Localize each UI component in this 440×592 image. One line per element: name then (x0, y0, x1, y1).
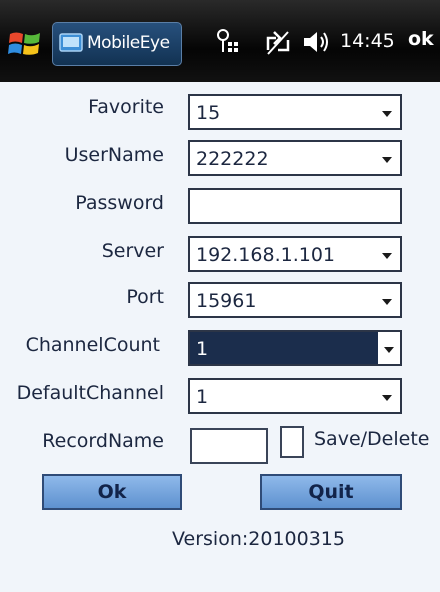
password-label: Password (75, 192, 164, 214)
server-dropdown[interactable]: 192.168.1.101 (188, 236, 402, 272)
app-icon (59, 33, 83, 52)
record-name-input[interactable] (190, 428, 268, 464)
chevron-down-icon (382, 111, 392, 117)
default-channel-dropdown[interactable]: 1 (188, 378, 402, 414)
network-icon[interactable] (214, 28, 242, 56)
channel-count-dropdown[interactable]: 1 (188, 330, 402, 366)
ok-taskbar-button[interactable]: ok (408, 28, 434, 50)
chevron-down-icon (382, 395, 392, 401)
connectivity-icon[interactable] (264, 28, 292, 56)
favorite-dropdown[interactable]: 15 (188, 94, 402, 130)
port-label: Port (126, 286, 164, 308)
volume-icon[interactable] (302, 28, 330, 56)
windows-start-icon[interactable] (7, 26, 43, 62)
channel-count-label: ChannelCount (25, 334, 160, 356)
chevron-down-icon (382, 157, 392, 163)
dropdown-button[interactable] (378, 332, 400, 364)
save-delete-label: Save/Delete (314, 428, 430, 450)
chevron-down-icon (384, 347, 394, 353)
port-dropdown[interactable]: 15961 (188, 282, 402, 318)
server-label: Server (101, 240, 164, 262)
username-label: UserName (64, 144, 164, 166)
taskbar: MobileEye 14:45 ok (0, 0, 440, 82)
favorite-label: Favorite (88, 96, 164, 118)
quit-button[interactable]: Quit (260, 474, 402, 510)
username-dropdown[interactable]: 222222 (188, 140, 402, 176)
port-value: 15961 (196, 290, 257, 312)
app-title: MobileEye (87, 33, 170, 53)
chevron-down-icon (382, 253, 392, 259)
password-field[interactable] (188, 188, 402, 224)
ok-button[interactable]: Ok (42, 474, 182, 510)
record-name-label: RecordName (42, 430, 164, 452)
app-taskbar-button[interactable]: MobileEye (52, 22, 182, 66)
chevron-down-icon (382, 299, 392, 305)
username-value: 222222 (196, 148, 269, 170)
save-delete-checkbox[interactable] (280, 426, 304, 458)
clock[interactable]: 14:45 (340, 30, 395, 52)
default-channel-value: 1 (196, 386, 209, 408)
channel-count-value: 1 (196, 338, 209, 360)
mobileeye-screen: MobileEye 14:45 ok Favorite 15 UserName … (0, 0, 440, 592)
server-value: 192.168.1.101 (196, 244, 336, 266)
default-channel-label: DefaultChannel (16, 382, 164, 404)
favorite-value: 15 (196, 102, 221, 124)
version-text: Version:20100315 (172, 528, 345, 550)
